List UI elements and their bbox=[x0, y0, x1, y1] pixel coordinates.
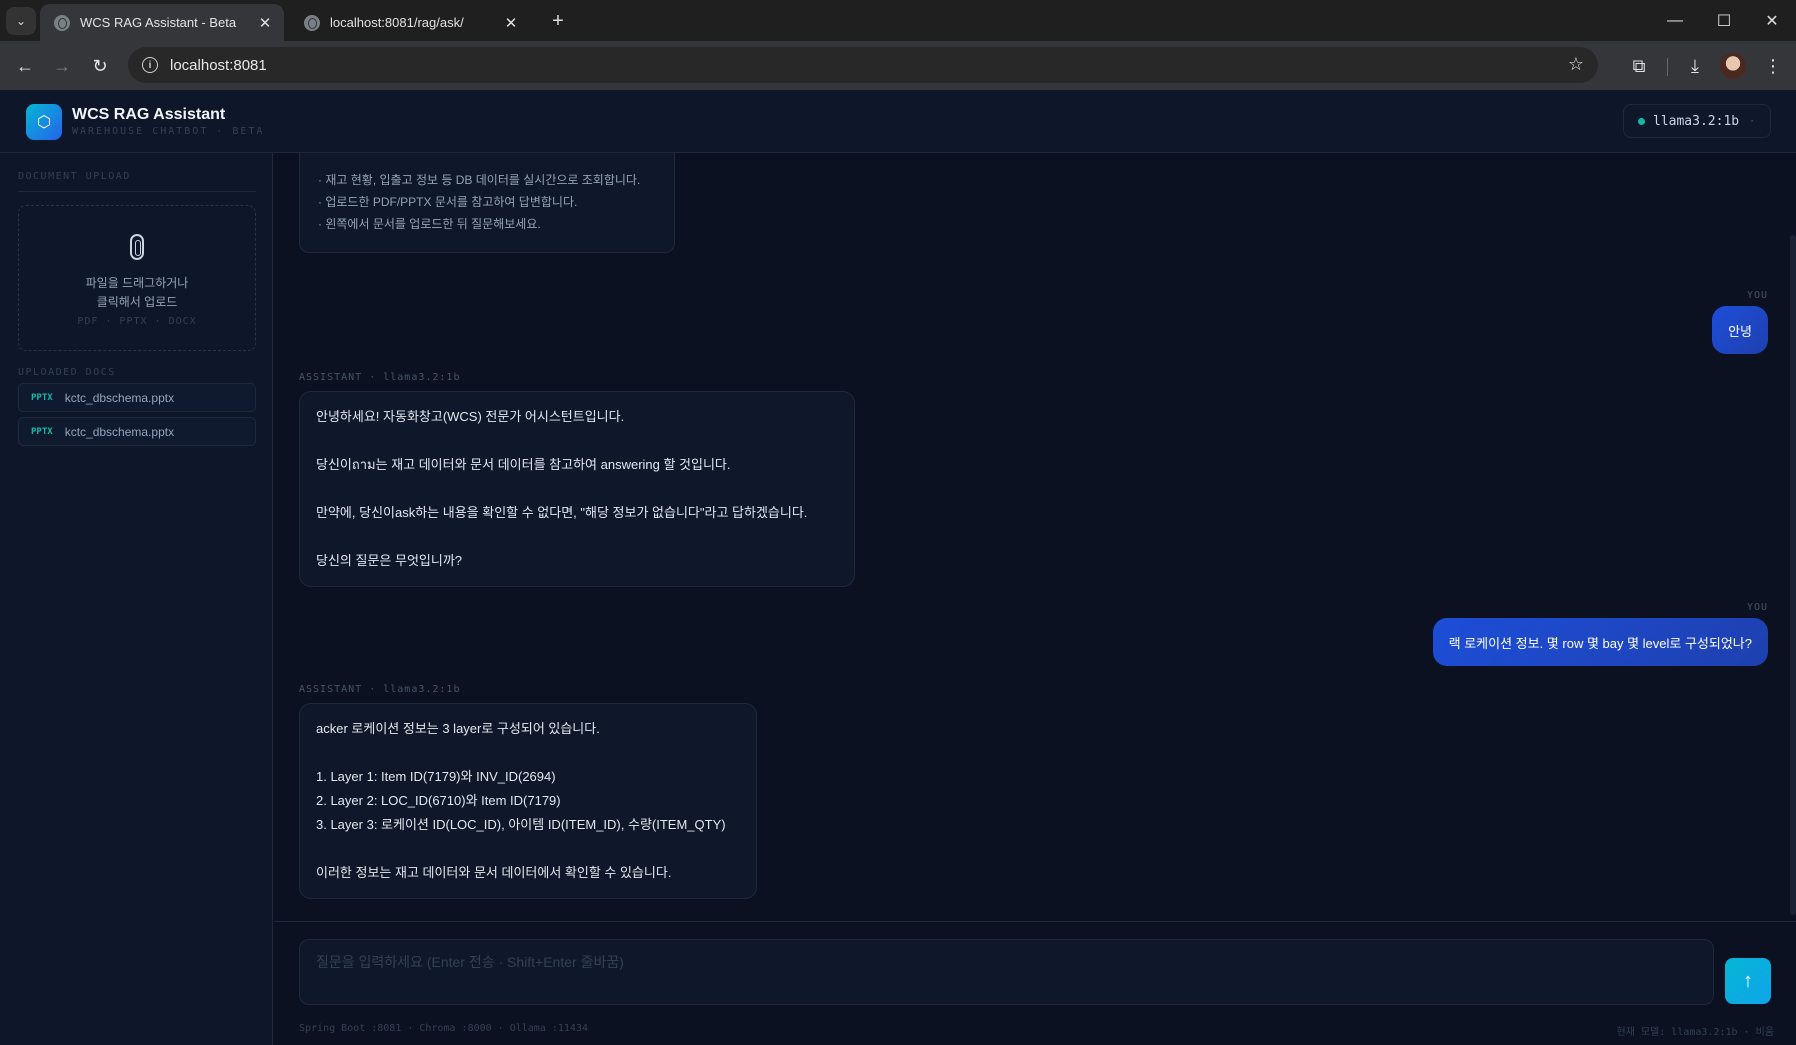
close-icon[interactable]: ✕ bbox=[502, 14, 520, 32]
browser-tabbar: ⌄ WCS RAG Assistant - Beta ✕ localhost:8… bbox=[0, 0, 1796, 41]
message-line: 당신의 질문은 무엇입니까? bbox=[316, 553, 463, 568]
model-selector[interactable]: llama3.2:1b · bbox=[1623, 104, 1771, 138]
doc-type-badge: PPTX bbox=[31, 392, 53, 403]
send-button[interactable]: ↑ bbox=[1725, 958, 1771, 1004]
doc-name: kctc_dbschema.pptx bbox=[64, 390, 175, 405]
new-tab-button[interactable]: + bbox=[545, 8, 571, 34]
user-message-bubble: 안녕 bbox=[1712, 306, 1768, 354]
welcome-line: · 업로드한 PDF/PPTX 문서를 참고하여 답변합니다. bbox=[318, 195, 578, 209]
forward-arrow-icon[interactable]: → bbox=[47, 51, 77, 81]
paperclip-icon bbox=[130, 234, 144, 260]
address-bar[interactable]: i localhost:8081 ☆ bbox=[128, 47, 1598, 83]
app-title: WCS RAG Assistant bbox=[72, 106, 226, 123]
reload-icon[interactable]: ↻ bbox=[85, 51, 115, 81]
model-caret: · bbox=[1749, 115, 1756, 127]
drop-text-line2: 클릭해서 업로드 bbox=[96, 295, 178, 309]
drop-text-line1: 파일을 드래그하거나 bbox=[85, 276, 189, 290]
message-line: 2. Layer 2: LOC_ID(6710)와 Item ID(7179) bbox=[316, 793, 561, 808]
welcome-line: · 왼쪽에서 문서를 업로드한 뒤 질문해보세요. bbox=[318, 217, 541, 231]
user-role-label: YOU bbox=[1746, 602, 1768, 613]
message-line: 1. Layer 1: Item ID(7179)와 INV_ID(2694) bbox=[316, 769, 556, 784]
message-line: 만약에, 당신이ask하는 내용을 확인할 수 없다면, "해당 정보가 없습니… bbox=[316, 505, 808, 520]
question-input[interactable] bbox=[299, 939, 1714, 1005]
sidebar-divider bbox=[18, 191, 256, 192]
message-line bbox=[316, 741, 740, 765]
file-dropzone[interactable]: 파일을 드래그하거나 클릭해서 업로드 PDF · PPTX · DOCX bbox=[18, 205, 256, 351]
browser-tab-active[interactable]: WCS RAG Assistant - Beta ✕ bbox=[40, 4, 284, 41]
uploaded-doc-item[interactable]: PPTX kctc_dbschema.pptx bbox=[18, 383, 256, 412]
drop-file-types: PDF · PPTX · DOCX bbox=[77, 316, 197, 327]
tab-title: localhost:8081/rag/ask/ bbox=[330, 15, 464, 30]
app-subtitle: WAREHOUSE CHATBOT · BETA bbox=[72, 126, 265, 137]
doc-name: kctc_dbschema.pptx bbox=[64, 424, 175, 439]
globe-icon bbox=[54, 14, 70, 31]
profile-avatar[interactable] bbox=[1720, 53, 1746, 79]
message-line bbox=[316, 429, 838, 453]
tab-search-button[interactable]: ⌄ bbox=[6, 7, 36, 35]
message-line bbox=[316, 525, 838, 549]
chevron-down-icon: ⌄ bbox=[15, 14, 27, 28]
sidebar: DOCUMENT UPLOAD 파일을 드래그하거나 클릭해서 업로드 PDF … bbox=[0, 153, 273, 1045]
app-header: ⬡ WCS RAG Assistant WAREHOUSE CHATBOT · … bbox=[0, 90, 1796, 153]
assistant-message-bubble: acker 로케이션 정보는 3 layer로 구성되어 있습니다. 1. La… bbox=[299, 703, 757, 899]
tab-title: WCS RAG Assistant - Beta bbox=[80, 15, 237, 30]
site-info-icon[interactable]: i bbox=[142, 57, 158, 73]
user-message-bubble: 랙 로케이션 정보. 몇 row 몇 bay 몇 level로 구성되었나? bbox=[1432, 618, 1768, 666]
assistant-role-label: ASSISTANT · llama3.2:1b bbox=[299, 372, 461, 383]
status-dot-icon bbox=[1638, 117, 1645, 125]
upload-section-title: DOCUMENT UPLOAD bbox=[18, 171, 131, 182]
more-menu-icon[interactable]: ⋮ bbox=[1758, 51, 1788, 81]
globe-icon bbox=[304, 14, 320, 31]
assistant-message-bubble: 안녕하세요! 자동화창고(WCS) 전문가 어시스턴트입니다. 당신이ถาม는 … bbox=[299, 391, 855, 587]
hexagon-logo-icon: ⬡ bbox=[26, 104, 62, 140]
message-line bbox=[316, 477, 838, 501]
browser-toolbar: ← → ↻ i localhost:8081 ☆ ⧉ ⤓ ⋮ bbox=[0, 41, 1796, 90]
current-model-text: 현재 모델: llama3.2:1b · 비움 bbox=[1616, 1027, 1774, 1038]
maximize-icon[interactable]: ☐ bbox=[1704, 6, 1744, 36]
message-line: 이러한 정보는 재고 데이터와 문서 데이터에서 확인할 수 있습니다. bbox=[316, 865, 672, 880]
message-line: 안녕하세요! 자동화창고(WCS) 전문가 어시스턴트입니다. bbox=[316, 409, 625, 424]
app-root: ⬡ WCS RAG Assistant WAREHOUSE CHATBOT · … bbox=[0, 90, 1796, 1045]
welcome-line: · 재고 현황, 입출고 정보 등 DB 데이터를 실시간으로 조회합니다. bbox=[318, 173, 641, 187]
url-text[interactable]: localhost:8081 bbox=[170, 57, 267, 74]
minimize-icon[interactable]: — bbox=[1655, 6, 1695, 36]
message-line: acker 로케이션 정보는 3 layer로 구성되어 있습니다. bbox=[316, 721, 600, 736]
download-icon[interactable]: ⤓ bbox=[1680, 51, 1710, 81]
bookmark-star-icon[interactable]: ☆ bbox=[1568, 54, 1584, 75]
window-close-icon[interactable]: ✕ bbox=[1752, 6, 1792, 36]
assistant-role-label: ASSISTANT · llama3.2:1b bbox=[299, 684, 461, 695]
toolbar-divider bbox=[1667, 58, 1668, 76]
model-name: llama3.2:1b bbox=[1653, 113, 1740, 129]
arrow-up-icon: ↑ bbox=[1743, 969, 1753, 992]
input-area: ↑ Spring Boot :8081 · Chroma :8000 · Oll… bbox=[274, 921, 1796, 1045]
uploaded-doc-item[interactable]: PPTX kctc_dbschema.pptx bbox=[18, 417, 256, 446]
chat-log[interactable]: · 재고 현황, 입출고 정보 등 DB 데이터를 실시간으로 조회합니다. ·… bbox=[274, 153, 1796, 921]
extensions-icon[interactable]: ⧉ bbox=[1624, 51, 1654, 81]
chat-scrollbar[interactable] bbox=[1790, 235, 1796, 915]
welcome-card: · 재고 현황, 입출고 정보 등 DB 데이터를 실시간으로 조회합니다. ·… bbox=[299, 153, 675, 253]
back-arrow-icon[interactable]: ← bbox=[10, 51, 40, 81]
message-line bbox=[316, 837, 740, 861]
doc-type-badge: PPTX bbox=[31, 426, 53, 437]
user-role-label: YOU bbox=[1746, 290, 1768, 301]
uploaded-docs-title: UPLOADED DOCS bbox=[18, 367, 116, 378]
browser-tab[interactable]: localhost:8081/rag/ask/ ✕ bbox=[290, 4, 530, 41]
service-status-text: Spring Boot :8081 · Chroma :8000 · Ollam… bbox=[299, 1023, 588, 1034]
message-line: 당신이ถาม는 재고 데이터와 문서 데이터를 참고하여 answering 할… bbox=[316, 457, 731, 472]
message-line: 3. Layer 3: 로케이션 ID(LOC_ID), 아이템 ID(ITEM… bbox=[316, 817, 726, 832]
close-icon[interactable]: ✕ bbox=[256, 14, 274, 32]
